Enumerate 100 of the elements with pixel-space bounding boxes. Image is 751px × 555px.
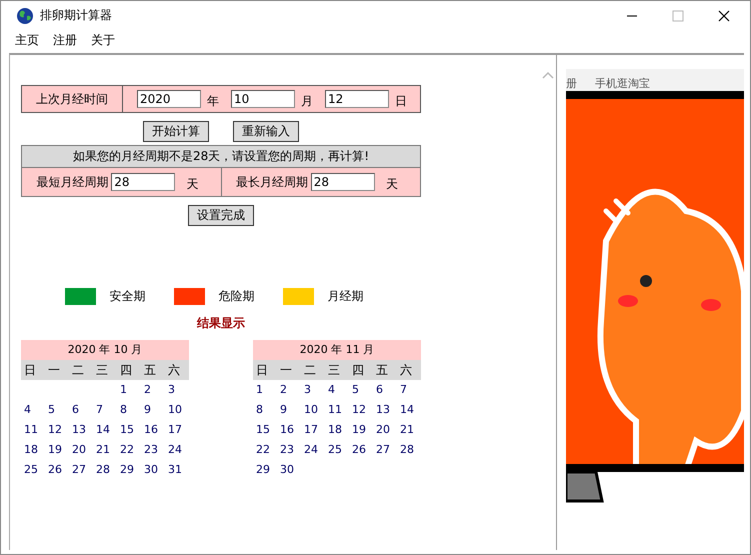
calendar-day[interactable]: 6 — [373, 380, 397, 400]
weekday-label: 四 — [351, 362, 365, 379]
calendar-day[interactable]: 8 — [253, 400, 277, 420]
field-label: 上次月经时间 — [22, 86, 123, 112]
calendar-day[interactable]: 21 — [397, 420, 421, 440]
unit-label: 日 — [395, 92, 407, 110]
field-label: 最短月经周期 — [36, 174, 108, 190]
calendar-day[interactable]: 8 — [117, 400, 141, 420]
calendar-day[interactable]: 12 — [349, 400, 373, 420]
weekday-label: 三 — [95, 362, 109, 379]
weekday-label: 日 — [255, 362, 269, 379]
calendar-day[interactable]: 18 — [21, 440, 45, 460]
cycle-field[interactable]: 28 — [111, 173, 176, 191]
calendar-day[interactable]: 7 — [397, 380, 421, 400]
calendar-day[interactable]: 22 — [253, 440, 277, 460]
calendar-day[interactable]: 28 — [397, 440, 421, 460]
calendar-day[interactable]: 29 — [117, 460, 141, 480]
calendar-day[interactable]: 20 — [373, 420, 397, 440]
calendar-day[interactable]: 26 — [45, 460, 69, 480]
calendar-day[interactable]: 31 — [165, 460, 189, 480]
calendar-day[interactable]: 2 — [141, 380, 165, 400]
calendar-day[interactable]: 19 — [349, 420, 373, 440]
result-title: 结果显示 — [196, 315, 246, 332]
weekday-label: 六 — [167, 362, 181, 379]
unit-label: 天 — [386, 176, 398, 192]
menu-item[interactable]: 关于 — [91, 32, 115, 49]
done-button[interactable]: 设置完成 — [188, 205, 254, 226]
calendar-day[interactable]: 23 — [141, 440, 165, 460]
calendar-day[interactable]: 11 — [21, 420, 45, 440]
calendar-day[interactable]: 24 — [165, 440, 189, 460]
calendar-day[interactable]: 14 — [397, 400, 421, 420]
calendar-day[interactable]: 5 — [349, 380, 373, 400]
calendar-day[interactable]: 6 — [69, 400, 93, 420]
weekday-label: 五 — [375, 362, 389, 379]
cycle-field[interactable]: 28 — [310, 173, 375, 191]
calendar-day[interactable]: 14 — [93, 420, 117, 440]
calendar-title: 2020 年 11 月 — [253, 340, 421, 360]
weekday-label: 四 — [119, 362, 133, 379]
weekday-label: 一 — [279, 362, 293, 379]
nav-link[interactable]: 册 — [566, 76, 577, 91]
calendar-day[interactable]: 21 — [93, 440, 117, 460]
unit-label: 天 — [186, 176, 198, 192]
calendar-day[interactable]: 10 — [165, 400, 189, 420]
calendar-day[interactable]: 16 — [277, 420, 301, 440]
nav-link[interactable]: 手机逛淘宝 — [595, 76, 650, 91]
calendar-day[interactable]: 4 — [21, 400, 45, 420]
calendar-day[interactable]: 30 — [277, 460, 301, 480]
weekday-label: 日 — [23, 362, 37, 379]
date-field[interactable]: 2020 — [137, 90, 201, 108]
calendar-day[interactable]: 7 — [93, 400, 117, 420]
calendar-day[interactable]: 27 — [69, 460, 93, 480]
menu-item[interactable]: 主页 — [15, 32, 39, 49]
calendar-day[interactable]: 5 — [45, 400, 69, 420]
calendar-day[interactable]: 4 — [325, 380, 349, 400]
unit-label: 月 — [301, 92, 313, 110]
calendar-day[interactable]: 28 — [93, 460, 117, 480]
calendar-day[interactable]: 10 — [301, 400, 325, 420]
calendar-day[interactable]: 15 — [117, 420, 141, 440]
calendar-day[interactable]: 17 — [301, 420, 325, 440]
calendar-day[interactable]: 25 — [325, 440, 349, 460]
notice-text: 如果您的月经周期不是28天，请设置您的周期，再计算! — [22, 146, 420, 168]
field-label: 最长月经周期 — [236, 174, 308, 190]
calendar-day[interactable]: 3 — [165, 380, 189, 400]
calendar-day[interactable]: 16 — [141, 420, 165, 440]
window-title: 排卵期计算器 — [40, 7, 112, 24]
unit-label: 年 — [207, 92, 219, 110]
calendar-day[interactable]: 3 — [301, 380, 325, 400]
calendar-day[interactable]: 27 — [373, 440, 397, 460]
weekday-label: 二 — [303, 362, 317, 379]
date-field[interactable]: 12 — [325, 90, 389, 108]
calendar-day[interactable]: 23 — [277, 440, 301, 460]
calendar-day[interactable]: 13 — [69, 420, 93, 440]
calendar-day[interactable]: 22 — [117, 440, 141, 460]
calendar-day[interactable]: 26 — [349, 440, 373, 460]
calendar-day[interactable]: 17 — [165, 420, 189, 440]
calendar-day[interactable]: 13 — [373, 400, 397, 420]
calendar-day[interactable]: 18 — [325, 420, 349, 440]
calendar-title: 2020 年 10 月 — [21, 340, 189, 360]
calendar-day[interactable]: 9 — [277, 400, 301, 420]
close-icon[interactable] — [718, 10, 730, 22]
calendar-day[interactable]: 12 — [45, 420, 69, 440]
weekday-label: 五 — [143, 362, 157, 379]
calendar-day[interactable]: 11 — [325, 400, 349, 420]
weekday-label: 二 — [71, 362, 85, 379]
calendar-day[interactable]: 15 — [253, 420, 277, 440]
action-button[interactable]: 开始计算 — [143, 121, 209, 142]
calendar-day[interactable]: 30 — [141, 460, 165, 480]
calendar-day[interactable]: 19 — [45, 440, 69, 460]
calendar-day[interactable]: 2 — [277, 380, 301, 400]
calendar-day[interactable]: 9 — [141, 400, 165, 420]
calendar-day[interactable]: 1 — [117, 380, 141, 400]
calendar-day[interactable]: 20 — [69, 440, 93, 460]
weekday-label: 一 — [47, 362, 61, 379]
calendar-day[interactable]: 29 — [253, 460, 277, 480]
calendar-day[interactable]: 1 — [253, 380, 277, 400]
action-button[interactable]: 重新输入 — [233, 121, 299, 142]
calendar-day[interactable]: 24 — [301, 440, 325, 460]
menu-item[interactable]: 注册 — [53, 32, 77, 49]
date-field[interactable]: 10 — [231, 90, 295, 108]
calendar-day[interactable]: 25 — [21, 460, 45, 480]
